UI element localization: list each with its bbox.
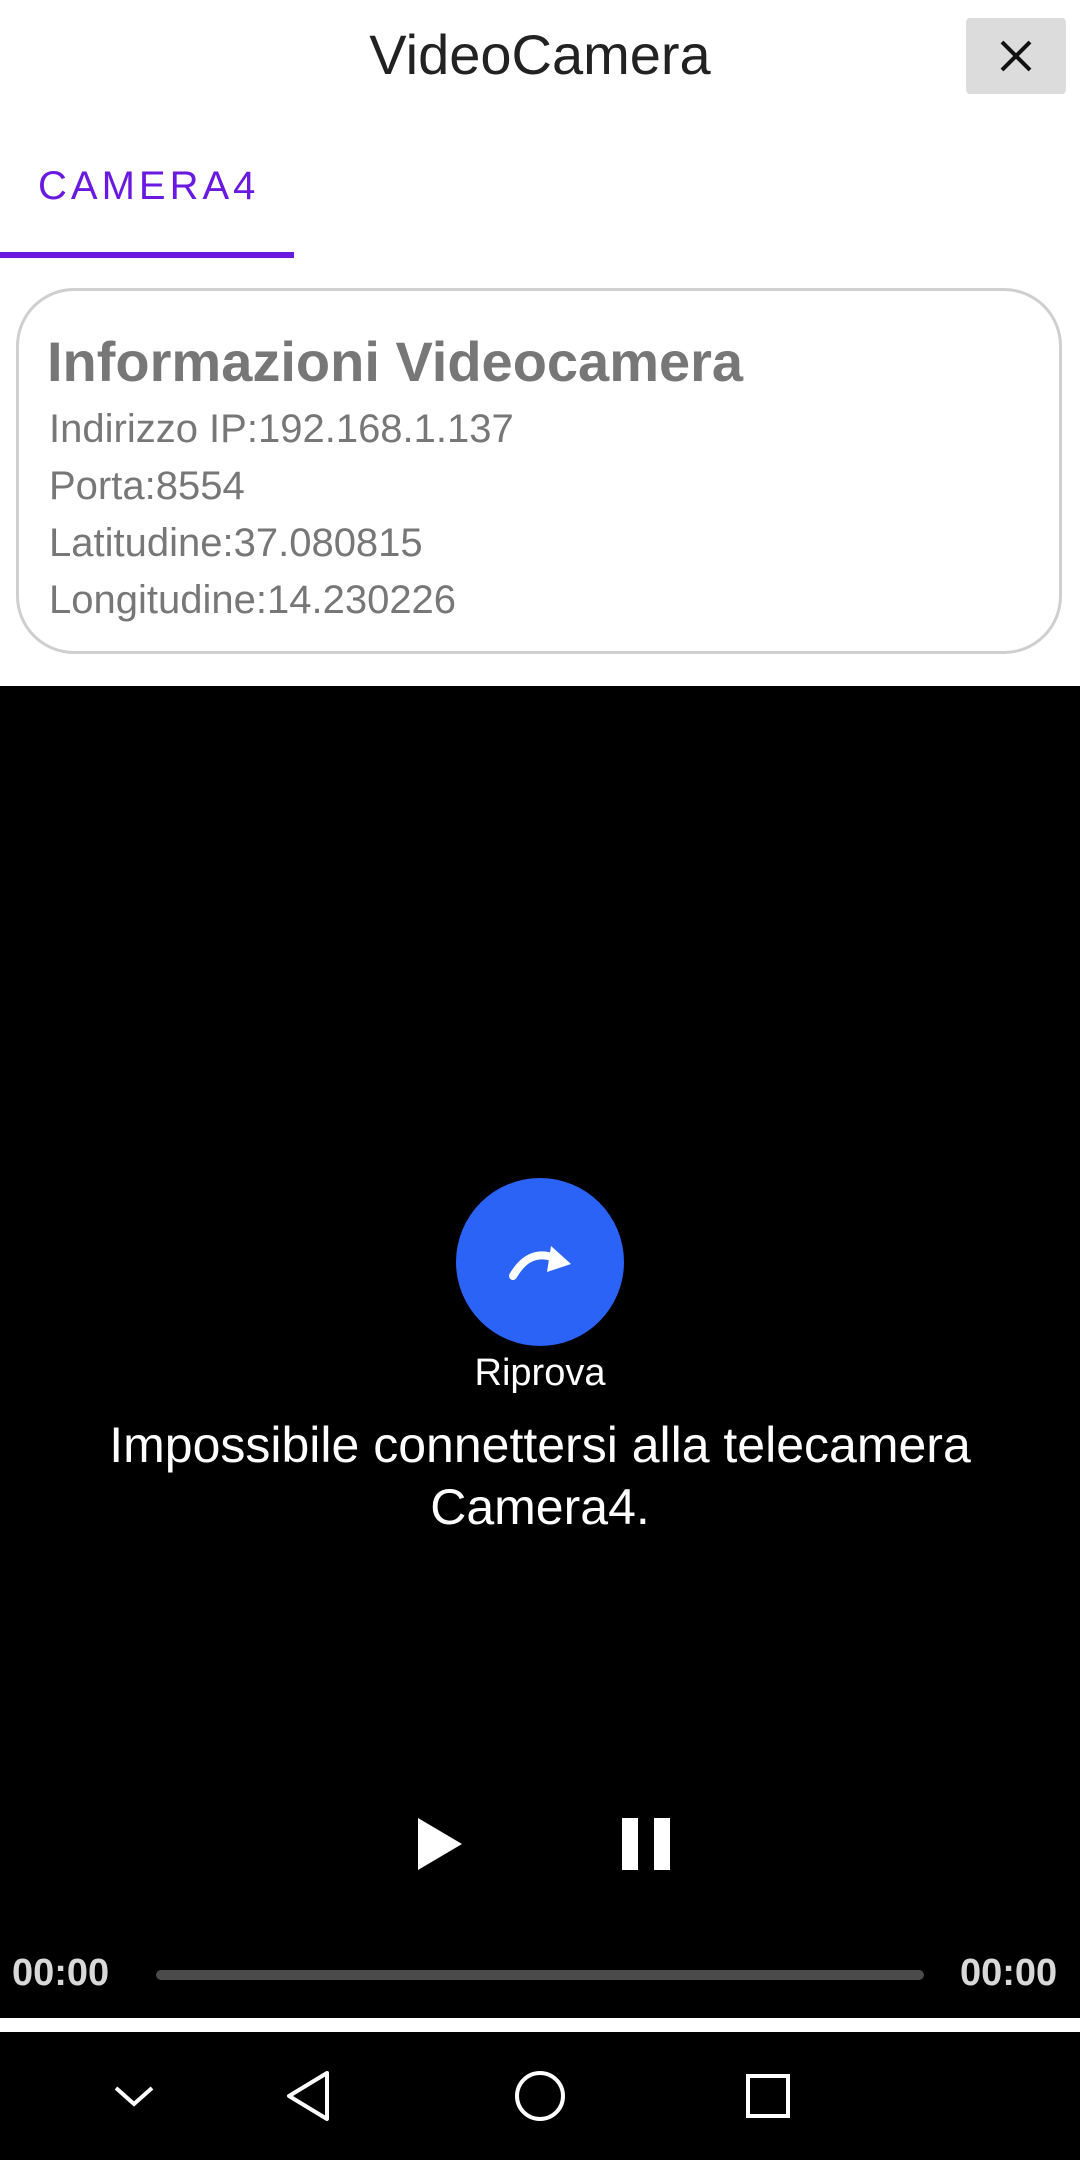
recents-button[interactable] (734, 2062, 802, 2130)
current-time: 00:00 (12, 1952, 110, 1994)
info-card-title: Informazioni Videocamera (47, 330, 744, 393)
divider (0, 2018, 1080, 2032)
video-player[interactable]: Riprova Impossibile connettersi alla tel… (0, 686, 1080, 2018)
close-button[interactable] (966, 18, 1066, 94)
pause-icon[interactable] (614, 1812, 678, 1876)
retry-label: Riprova (474, 1352, 606, 1394)
play-icon[interactable] (406, 1812, 470, 1876)
back-button[interactable] (274, 2062, 342, 2130)
back-icon (287, 2071, 329, 2121)
camera-info-card: Informazioni Videocamera Indirizzo IP:19… (16, 288, 1062, 654)
home-button[interactable] (506, 2062, 574, 2130)
ip-address-text: Indirizzo IP:192.168.1.137 (49, 407, 514, 451)
system-nav-bar (0, 2032, 1080, 2160)
hide-nav-button[interactable] (100, 2062, 168, 2130)
tab-label: CAMERA4 (38, 164, 260, 208)
error-message: Impossibile connettersi alla telecamera … (109, 1417, 971, 1535)
retry-button[interactable] (456, 1178, 624, 1346)
seek-bar[interactable] (156, 1970, 924, 1980)
tab-selected-indicator (0, 252, 294, 258)
app-root: VideoCamera CAMERA4 Informazioni Videoca… (0, 0, 1080, 2160)
page-title: VideoCamera (369, 23, 711, 86)
chevron-down-icon (114, 2086, 154, 2107)
port-text: Porta:8554 (49, 464, 245, 508)
longitude-text: Longitudine:14.230226 (49, 578, 457, 622)
home-icon (515, 2071, 565, 2121)
total-time: 00:00 (960, 1952, 1058, 1994)
redo-icon (509, 1246, 571, 1280)
tab-camera4[interactable]: CAMERA4 (0, 140, 294, 258)
recents-icon (746, 2074, 790, 2118)
latitude-text: Latitudine:37.080815 (49, 521, 423, 565)
tab-bar: CAMERA4 (0, 140, 1080, 258)
header-bar: VideoCamera (0, 0, 1080, 120)
close-icon (1000, 40, 1032, 72)
